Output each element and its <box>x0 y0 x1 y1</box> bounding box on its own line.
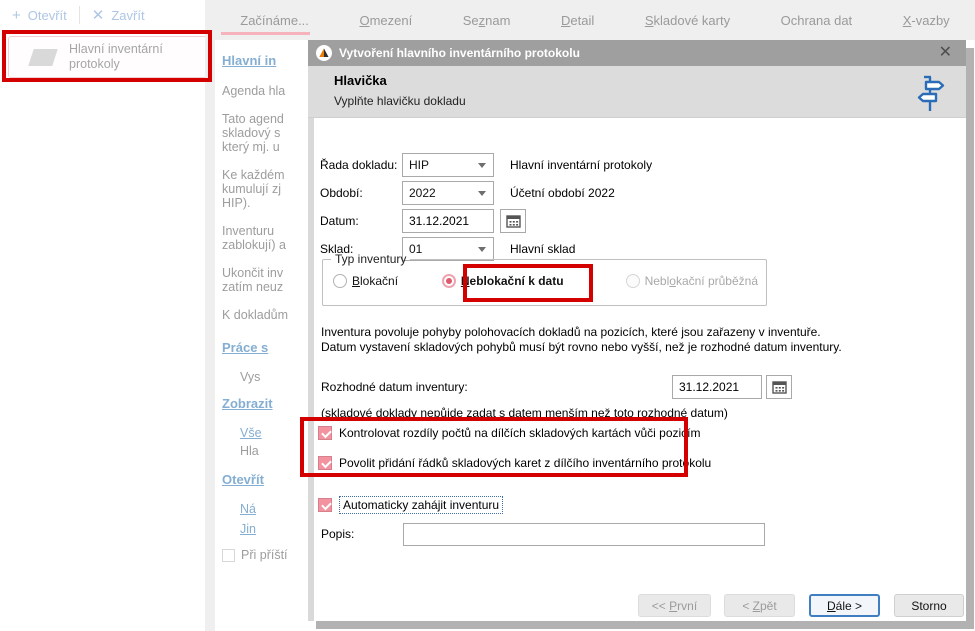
obdobi-dropdown[interactable]: 2022 <box>402 181 494 205</box>
obdobi-label: Období: <box>320 181 363 205</box>
bg-text: Ke každém <box>222 168 285 182</box>
checkbox-povolit-pridani[interactable]: Povolit přidání řádků skladových karet z… <box>318 456 711 470</box>
bg-text: skladový s <box>222 126 280 140</box>
dialog-titlebar[interactable]: Vytvoření hlavního inventárního protokol… <box>308 40 966 66</box>
open-button-label: Otevřít <box>28 8 67 23</box>
bg-text: HIP). <box>222 196 250 210</box>
obdobi-value: 2022 <box>409 186 436 200</box>
checkbox-unchecked[interactable] <box>222 549 235 562</box>
tab-zaciname[interactable]: Začínáme... <box>240 13 309 28</box>
cancel-button[interactable]: Storno <box>894 594 964 617</box>
radio-label: Blokační <box>352 274 398 288</box>
bg-heading: Práce s <box>222 340 268 355</box>
tabbar: Začínáme... Omezení Seznam Detail Sklado… <box>215 0 975 40</box>
step-title: Hlavička <box>334 73 387 88</box>
datum-input[interactable] <box>402 209 494 233</box>
popis-label: Popis: <box>321 522 354 546</box>
rada-label: Řada dokladu: <box>320 153 397 177</box>
dialog-close-icon[interactable]: ✕ <box>933 45 958 61</box>
checkbox-checked-icon[interactable] <box>318 498 332 512</box>
bg-text: Inventuru <box>222 224 274 238</box>
tab-omezeni[interactable]: Omezení <box>359 13 412 28</box>
bg-heading: Zobrazit <box>222 396 273 411</box>
close-agenda-button[interactable]: ✕ Zavřít <box>80 8 157 23</box>
tab-ochrana-dat[interactable]: Ochrana dat <box>781 13 853 28</box>
checkbox-automaticky-zahajit[interactable]: Automaticky zahájit inventuru <box>318 496 503 514</box>
bg-heading: Otevřít <box>222 472 264 487</box>
abra-logo-icon <box>316 45 332 61</box>
tab-seznam[interactable]: Seznam <box>463 13 511 28</box>
app-window: + Otevřít ✕ Zavřít Hlavní inventární pro… <box>0 0 975 631</box>
zaciname-page: Hlavní in Agenda hla Tato agend skladový… <box>0 40 310 631</box>
checkbox-label-focused: Automaticky zahájit inventuru <box>339 496 503 514</box>
bg-heading: Hlavní in <box>222 53 276 68</box>
checkbox-kontrolovat-rozdily[interactable]: Kontrolovat rozdíly počtů na dílčích skl… <box>318 426 701 440</box>
signpost-wizard-icon <box>914 73 948 113</box>
tab-x-vazby[interactable]: X-vazby <box>903 13 950 28</box>
first-button[interactable]: << První <box>638 594 711 617</box>
tab-detail[interactable]: Detail <box>561 13 594 28</box>
datum-label: Datum: <box>320 209 359 233</box>
dialog-left-stripe <box>308 118 314 621</box>
radio-icon[interactable] <box>333 274 347 288</box>
bg-text: Vys <box>240 370 260 384</box>
bg-link[interactable]: Ná <box>240 502 256 516</box>
open-button[interactable]: + Otevřít <box>0 8 79 23</box>
close-button-label: Zavřít <box>111 8 144 23</box>
radio-icon-checked[interactable] <box>442 274 456 288</box>
radio-blokacni[interactable]: Blokační <box>333 274 442 288</box>
bg-link[interactable]: Jin <box>240 522 256 536</box>
bg-text: zablokují) a <box>222 238 286 252</box>
calendar-icon <box>506 214 521 228</box>
info-line-2: Datum vystavení skladových pohybů musí b… <box>321 340 842 354</box>
datum-calendar-button[interactable] <box>500 209 526 233</box>
bg-checkbox-label: Při příští <box>241 548 288 562</box>
dialog-title: Vytvoření hlavního inventárního protokol… <box>339 46 933 60</box>
toolbar: + Otevřít ✕ Zavřít <box>0 0 207 30</box>
rada-dropdown[interactable]: HIP <box>402 153 494 177</box>
radio-neblokacni-prubezna: Neblokační průběžná <box>626 274 758 288</box>
rozhodne-calendar-button[interactable] <box>766 375 792 399</box>
rozhodne-datum-label: Rozhodné datum inventury: <box>321 375 468 399</box>
rozhodne-datum-input[interactable] <box>672 375 762 399</box>
rozhodne-note: (skladové doklady nepůjde zadat s datem … <box>321 406 728 420</box>
bg-text: kumulují zj <box>222 182 281 196</box>
calendar-icon <box>772 380 787 394</box>
step-subtitle: Vyplňte hlavičku dokladu <box>334 94 466 108</box>
bg-text: K dokladům <box>222 308 288 322</box>
rada-desc: Hlavní inventární protokoly <box>510 153 652 177</box>
obdobi-desc: Účetní období 2022 <box>510 181 615 205</box>
radio-label: Neblokační průběžná <box>645 274 758 288</box>
checkbox-checked-icon[interactable] <box>318 456 332 470</box>
radio-icon-disabled <box>626 274 640 288</box>
radio-neblokacni-k-datu[interactable]: Neblokační k datu <box>442 274 564 288</box>
bg-text: zatím neuz <box>222 280 283 294</box>
popis-input[interactable] <box>403 523 765 546</box>
plus-icon: + <box>12 8 21 23</box>
checkbox-label: Kontrolovat rozdíly počtů na dílčích skl… <box>339 426 701 440</box>
info-line-1: Inventura povoluje pohyby polohovacích d… <box>321 325 821 339</box>
bg-text: který mj. u <box>222 140 280 154</box>
next-button[interactable]: Dále > <box>809 594 880 617</box>
back-button[interactable]: < Zpět <box>724 594 795 617</box>
bg-text: Hla <box>240 444 259 458</box>
checkbox-checked-icon[interactable] <box>318 426 332 440</box>
wizard-dialog: Vytvoření hlavního inventárního protokol… <box>308 40 966 621</box>
bg-text: Agenda hla <box>222 84 285 98</box>
rada-value: HIP <box>409 158 429 172</box>
chevron-down-icon <box>478 191 486 196</box>
radio-label: Neblokační k datu <box>461 274 564 288</box>
bg-text: Ukončit inv <box>222 266 283 280</box>
dialog-header: Hlavička Vyplňte hlavičku dokladu <box>308 66 966 118</box>
typ-inventury-legend: Typ inventury <box>331 252 410 266</box>
bg-checkbox-row[interactable]: Při příští <box>222 548 288 562</box>
bg-link[interactable]: Vše <box>240 426 262 440</box>
bg-text: Tato agend <box>222 112 284 126</box>
active-tab-underline <box>221 32 310 35</box>
checkbox-label: Povolit přidání řádků skladových karet z… <box>339 456 711 470</box>
tab-skladove-karty[interactable]: Skladové karty <box>645 13 730 28</box>
typ-inventury-group: Typ inventury Blokační Neblokační k datu… <box>322 252 767 306</box>
close-icon: ✕ <box>92 8 105 23</box>
chevron-down-icon <box>478 163 486 168</box>
